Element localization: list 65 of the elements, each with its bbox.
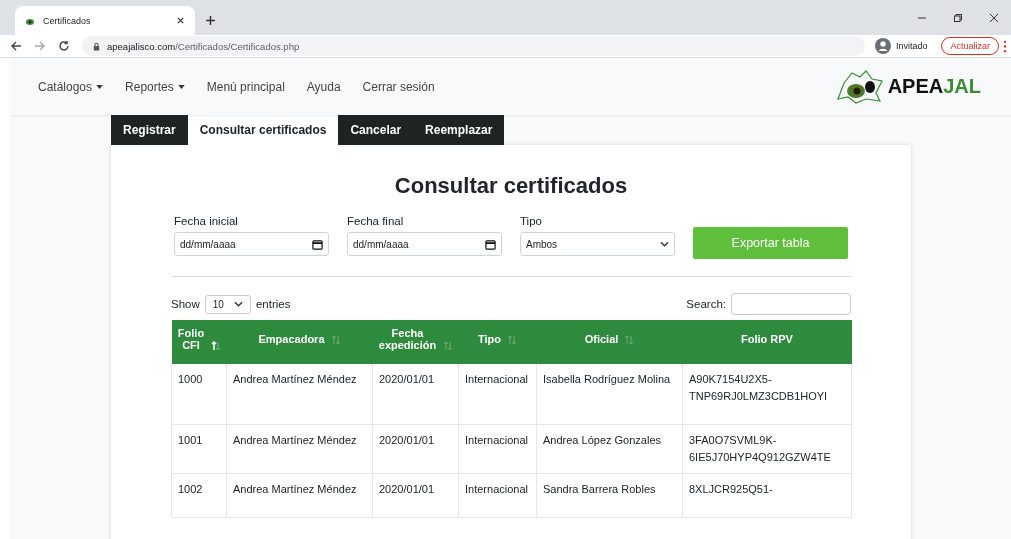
table-cell: 2020/01/01 (372, 424, 459, 474)
date-field[interactable]: dd/mm/aaaa (347, 232, 502, 256)
search-field[interactable] (731, 293, 851, 315)
column-header[interactable]: Fecha expedición (372, 320, 459, 364)
tab[interactable]: Cancelar (338, 115, 414, 145)
tab[interactable]: Registrar (111, 115, 188, 145)
table-cell: Internacional (458, 473, 537, 518)
table-cell: 2020/01/01 (372, 473, 459, 518)
nav-link[interactable]: Ayuda (306, 79, 341, 94)
page-title: Consultar certificados (393, 172, 629, 199)
profile-button[interactable]: Invitado (872, 36, 934, 56)
avatar-icon (874, 38, 891, 54)
table-cell: 2020/01/01 (372, 364, 459, 424)
table-cell: Isabella Rodríguez Molina (536, 364, 683, 424)
entries-select[interactable]: 10 (204, 294, 251, 314)
tab-title: Certificados (43, 15, 92, 26)
date-field[interactable]: dd/mm/aaaa (174, 232, 329, 256)
table-cell: 1002 (171, 473, 227, 518)
table-cell: Sandra Barrera Robles (536, 473, 683, 518)
nav-link[interactable]: Cerrar sesión (362, 79, 435, 94)
type-select[interactable]: Ambos (520, 232, 675, 256)
column-header[interactable]: Folio CFI (171, 320, 227, 364)
tab[interactable]: Consultar certificados (187, 115, 339, 145)
table-cell: Andrea López Gonzales (536, 424, 683, 474)
search-label: Search: (686, 298, 726, 310)
tab[interactable]: Reemplazar (413, 115, 505, 145)
close-icon[interactable] (989, 13, 999, 23)
column-header[interactable]: Folio RPV (682, 320, 852, 364)
nav-link[interactable]: Catálogos (38, 79, 104, 94)
calendar-icon (485, 238, 496, 250)
table-cell: Andrea Martínez Méndez (226, 424, 373, 474)
chevron-icon (660, 241, 669, 247)
table-cell: 1000 (171, 364, 227, 424)
logo-text: APEAJAL (887, 75, 981, 98)
table-cell: 8XLJCR925Q51- (682, 473, 852, 518)
nav-link[interactable]: Menú principal (206, 79, 285, 94)
new-tab-icon[interactable] (205, 15, 216, 26)
table-cell: 1001 (171, 424, 227, 474)
restore-icon[interactable] (953, 13, 963, 23)
table-cell: Andrea Martínez Méndez (226, 364, 373, 424)
column-header[interactable]: Oficial (536, 320, 683, 364)
field-label: Fecha final (347, 215, 405, 227)
column-header[interactable]: Empacadora (226, 320, 373, 364)
lock-icon (92, 41, 101, 51)
table-cell: Andrea Martínez Méndez (226, 473, 373, 518)
address-bar[interactable]: apeajalisco.com/Certificados/Certificados.php (82, 36, 865, 56)
field-label: Fecha inicial (174, 215, 239, 227)
field-label: Tipo (520, 215, 543, 227)
entries-label: entries (255, 298, 291, 310)
update-button[interactable]: Actualizar (941, 37, 999, 55)
column-header[interactable]: Tipo (458, 320, 537, 364)
calendar-icon (312, 238, 323, 250)
browser-tab[interactable]: Certificados (15, 6, 195, 35)
show-label: Show (171, 298, 200, 310)
close-icon[interactable] (176, 16, 185, 25)
table-cell: A90K7154U2X5- TNP69RJ0LMZ3CDB1HOYI (682, 364, 852, 424)
avocado-map-drawing (835, 68, 886, 105)
table-cell: 3FA0O7SVML9K- 6IE5J70HYP4Q912GZW4TE (682, 424, 852, 474)
table-cell: Internacional (458, 424, 537, 474)
nav-link[interactable]: Reportes (125, 79, 185, 94)
menu-icon[interactable] (1003, 39, 1007, 53)
back-icon[interactable] (10, 40, 22, 52)
reload-icon[interactable] (58, 40, 70, 52)
table-cell: Internacional (458, 364, 537, 424)
chevron-icon (233, 301, 243, 307)
